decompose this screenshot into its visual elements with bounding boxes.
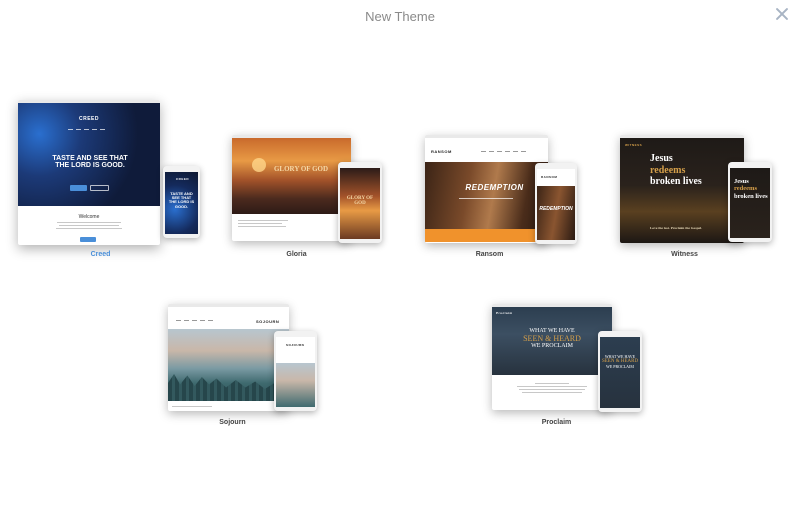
theme-label-sojourn: Sojourn: [219, 419, 246, 426]
theme-card-sojourn[interactable]: SOJOURN SOJOURN Sojourn: [168, 304, 323, 429]
proclaim-tablet-preview: WHAT WE HAVE SEEN & HEARD WE PROCLAIM: [598, 331, 642, 412]
witness-tablet-headline-3: broken lives: [734, 192, 768, 200]
witness-logo: WITNESS: [625, 143, 643, 147]
ransom-tablet-headline: REDEMPTION: [539, 206, 573, 212]
creed-tablet-logo: CREED: [176, 177, 190, 181]
witness-desktop-preview: WITNESS Jesus redeems broken lives Love …: [620, 135, 744, 243]
proclaim-tablet-headline-block: WHAT WE HAVE SEEN & HEARD WE PROCLAIM: [600, 354, 640, 369]
proclaim-headline-block: WHAT WE HAVE SEEN & HEARD WE PROCLAIM: [492, 328, 612, 350]
sojourn-tablet-hero: [276, 363, 315, 407]
sojourn-hero: [168, 329, 289, 401]
creed-welcome: Welcome: [78, 214, 100, 220]
creed-welcome-button: [80, 237, 96, 242]
proclaim-hero: Proclaim WHAT WE HAVE SEEN & HEARD WE PR…: [492, 307, 612, 375]
sojourn-nav: [176, 320, 213, 321]
creed-body-text: [18, 222, 160, 229]
ransom-desktop-preview: RANSOM REDEMPTION: [425, 135, 548, 243]
sojourn-tablet-preview: SOJOURN: [274, 331, 317, 411]
proclaim-body-text: [492, 383, 612, 393]
gloria-sun: [252, 158, 266, 172]
proclaim-tablet-headline-3: WE PROCLAIM: [606, 363, 634, 369]
creed-hero: CREED TASTE AND SEE THAT THE LORD IS GOO…: [18, 103, 160, 206]
theme-card-creed[interactable]: CREED TASTE AND SEE THAT THE LORD IS GOO…: [18, 100, 203, 262]
theme-card-gloria[interactable]: GLORY OF GOD GLORY OF GOD Gloria: [232, 135, 387, 262]
theme-label-proclaim: Proclaim: [541, 419, 572, 426]
sojourn-trees: [168, 374, 289, 401]
ransom-tablet-logo: RANSOM: [541, 175, 558, 179]
proclaim-desktop-preview: Proclaim WHAT WE HAVE SEEN & HEARD WE PR…: [492, 304, 612, 410]
witness-hero: WITNESS Jesus redeems broken lives Love …: [620, 138, 744, 243]
creed-logo: CREED: [79, 116, 100, 122]
witness-tablet-headline-1: Jesus: [734, 178, 749, 185]
gloria-headline: GLORY OF GOD: [273, 165, 329, 173]
ransom-subline: [459, 198, 513, 199]
ransom-nav: [481, 151, 526, 152]
proclaim-logo: Proclaim: [496, 311, 513, 315]
ransom-headline: REDEMPTION: [465, 183, 524, 192]
creed-desktop-preview: CREED TASTE AND SEE THAT THE LORD IS GOO…: [18, 100, 160, 245]
witness-tagline: Love the lost. Proclaim the Gospel.: [650, 226, 702, 230]
witness-headline-block: Jesus redeems broken lives: [650, 153, 702, 188]
theme-label-creed: Creed: [90, 251, 111, 258]
theme-label-witness: Witness: [671, 251, 698, 258]
witness-tablet-headline-block: Jesus redeems broken lives: [734, 178, 768, 200]
proclaim-headline-3: WE PROCLAIM: [531, 343, 573, 350]
creed-tablet-preview: CREED TASTE AND SEE THAT THE LORD IS GOO…: [163, 166, 200, 238]
gloria-desktop-preview: GLORY OF GOD: [232, 135, 351, 241]
sojourn-header: SOJOURN: [168, 307, 289, 329]
witness-tablet-preview: Jesus redeems broken lives: [728, 162, 772, 242]
creed-tablet-headline: TASTE AND SEE THAT THE LORD IS GOOD.: [168, 191, 195, 209]
ransom-hero: REDEMPTION: [425, 162, 548, 229]
theme-label-gloria: Gloria: [286, 251, 307, 258]
close-icon[interactable]: [774, 6, 790, 22]
gloria-tablet-preview: GLORY OF GOD: [338, 162, 382, 243]
creed-nav: [68, 129, 105, 130]
theme-card-proclaim[interactable]: Proclaim WHAT WE HAVE SEEN & HEARD WE PR…: [492, 304, 647, 429]
sojourn-body-text: [172, 406, 289, 407]
proclaim-headline-2: SEEN & HEARD: [523, 333, 581, 343]
ransom-footer-band: [425, 229, 548, 242]
gloria-hero: GLORY OF GOD: [232, 138, 351, 214]
witness-headline-1: Jesus: [650, 153, 673, 164]
sojourn-tablet-logo: SOJOURN: [286, 343, 305, 347]
creed-button-secondary: [90, 185, 109, 191]
witness-headline-2: redeems: [650, 164, 686, 176]
gloria-body-text: [238, 220, 351, 227]
theme-card-ransom[interactable]: RANSOM REDEMPTION RANSOM REDEMPTION Rans…: [425, 135, 580, 262]
theme-card-witness[interactable]: WITNESS Jesus redeems broken lives Love …: [620, 135, 775, 262]
creed-headline: TASTE AND SEE THAT THE LORD IS GOOD.: [52, 155, 128, 170]
ransom-tablet-preview: RANSOM REDEMPTION: [535, 163, 577, 244]
gloria-tablet-headline: GLORY OF GOD: [346, 196, 374, 207]
dialog-title: New Theme: [365, 9, 435, 24]
sojourn-logo: SOJOURN: [256, 319, 280, 324]
ransom-tablet-hero: [537, 186, 575, 240]
ransom-logo: RANSOM: [431, 149, 452, 154]
theme-label-ransom: Ransom: [475, 251, 504, 258]
witness-headline-3: broken lives: [650, 176, 702, 187]
sojourn-desktop-preview: SOJOURN: [168, 304, 289, 411]
ransom-header: RANSOM: [425, 138, 548, 162]
creed-button-primary: [70, 185, 87, 191]
witness-tablet-headline-2: redeems: [734, 185, 757, 193]
